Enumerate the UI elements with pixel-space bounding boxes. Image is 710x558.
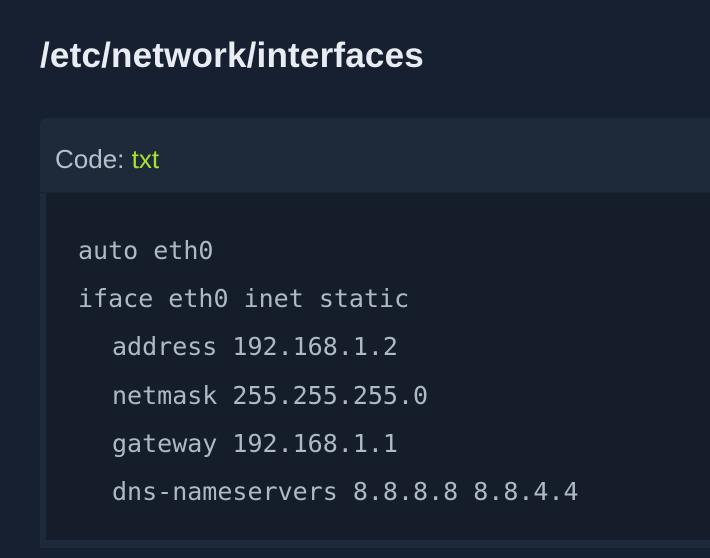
code-block-header: Code: txt xyxy=(40,118,710,193)
code-block: Code: txt auto eth0 iface eth0 inet stati… xyxy=(40,118,710,548)
code-line: gateway 192.168.1.1 xyxy=(112,428,398,458)
code-line: auto eth0 xyxy=(78,236,214,265)
code-content[interactable]: auto eth0 iface eth0 inet static address 1… xyxy=(78,227,579,516)
code-language: txt xyxy=(131,144,160,174)
page-title: /etc/network/interfaces xyxy=(40,36,424,75)
code-line: iface eth0 inet static xyxy=(78,284,410,314)
code-line: netmask 255.255.255.0 xyxy=(112,380,429,410)
code-line: address 192.168.1.2 xyxy=(112,332,398,362)
code-label-prefix: Code: xyxy=(55,144,132,174)
code-block-body[interactable]: auto eth0 iface eth0 inet static address 1… xyxy=(46,193,710,540)
code-line: dns-nameservers 8.8.8.8 8.8.4.4 xyxy=(112,477,579,507)
code-block-label: Code: txt xyxy=(55,142,159,176)
